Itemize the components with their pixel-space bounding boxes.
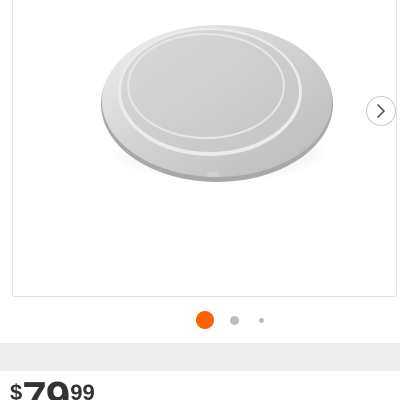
product-image-card (12, 0, 397, 297)
price-dollars: 79 (22, 373, 70, 400)
section-divider (0, 343, 400, 371)
product-price: $ 79 99 (10, 373, 95, 400)
product-image[interactable] (99, 24, 335, 190)
price-cents: 99 (70, 380, 95, 400)
product-page: $ 79 99 (0, 0, 400, 400)
carousel-dot[interactable] (259, 318, 264, 323)
carousel-indicators (0, 310, 400, 330)
carousel-dot[interactable] (230, 316, 239, 325)
price-currency: $ (10, 380, 23, 400)
next-image-button[interactable] (366, 96, 396, 126)
carousel-dot-active[interactable] (196, 311, 214, 329)
chevron-right-icon (377, 104, 385, 118)
